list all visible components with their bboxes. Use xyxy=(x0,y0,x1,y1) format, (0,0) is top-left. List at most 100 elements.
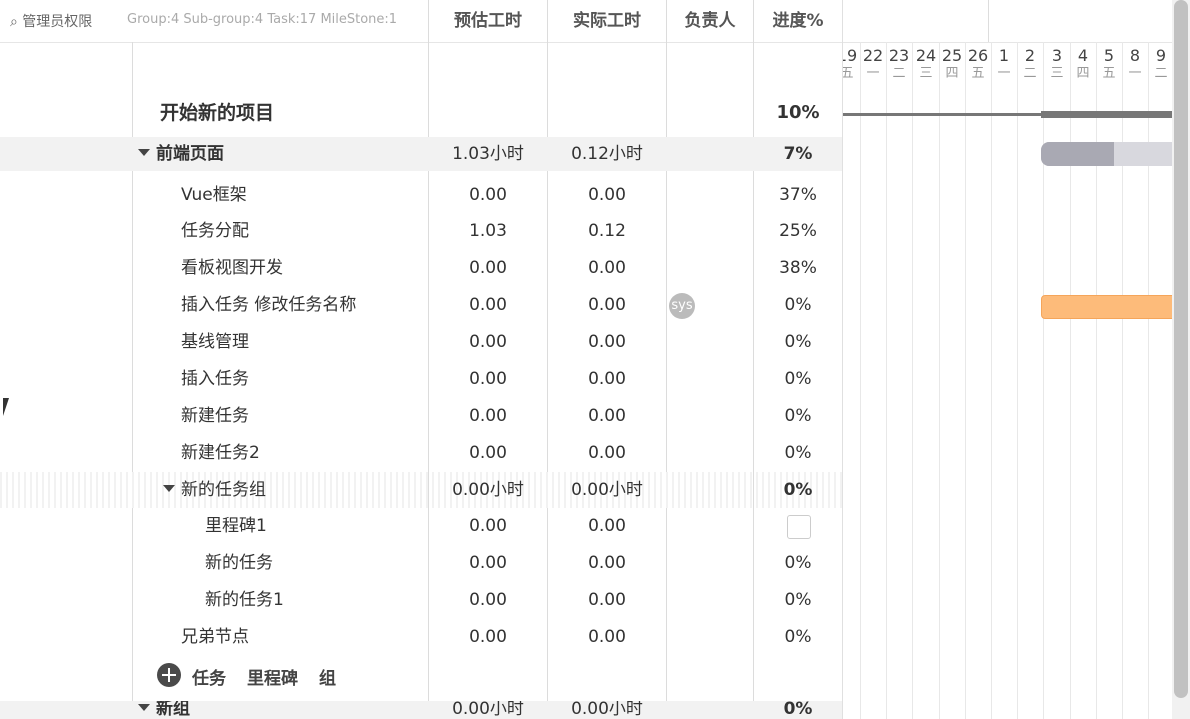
task-actual[interactable]: 0.00 xyxy=(548,177,666,213)
group-actual: 0.12小时 xyxy=(571,144,643,164)
gantt-day: 22 一 xyxy=(860,42,886,84)
gantt-weekday: 一 xyxy=(1128,66,1142,81)
task-actual[interactable]: 0.00 xyxy=(548,435,666,471)
gantt-day-number: 26 xyxy=(967,46,989,65)
task-row[interactable]: 兄弟节点 0.00 0.00 0% xyxy=(0,619,842,655)
task-name[interactable]: 任务分配 xyxy=(181,213,249,249)
gantt-day-number: 1 xyxy=(998,46,1010,65)
gantt-day-number: 5 xyxy=(1103,46,1115,65)
milestone-checkbox[interactable] xyxy=(787,515,811,539)
scrollbar-thumb[interactable] xyxy=(1174,0,1188,698)
milestone-row[interactable]: 里程碑1 0.00 0.00 xyxy=(0,508,842,544)
task-estimate[interactable]: 0.00 xyxy=(429,177,547,213)
task-estimate[interactable]: 0.00 xyxy=(429,324,547,360)
avatar[interactable]: sys xyxy=(669,293,695,319)
task-name[interactable]: 插入任务 修改任务名称 xyxy=(181,287,356,323)
permission-label[interactable]: ⌕ 管理员权限 xyxy=(10,11,92,31)
task-estimate[interactable]: 0.00 xyxy=(429,582,547,618)
gantt-gridline xyxy=(939,42,940,719)
gantt-weekday: 三 xyxy=(919,66,933,81)
task-name[interactable]: 新建任务2 xyxy=(181,435,260,471)
task-bar[interactable] xyxy=(1041,295,1173,319)
task-name[interactable]: Vue框架 xyxy=(181,177,247,213)
task-actual[interactable]: 0.00 xyxy=(548,250,666,286)
task-progress[interactable]: 38% xyxy=(754,250,842,286)
group-row[interactable]: 新组 0.00小时 0.00小时 0% xyxy=(0,701,842,719)
add-group-button[interactable]: 组 xyxy=(319,664,336,689)
task-estimate[interactable]: 0.00 xyxy=(429,250,547,286)
task-row[interactable]: 新的任务 0.00 0.00 0% xyxy=(0,545,842,581)
task-row[interactable]: 新建任务2 0.00 0.00 0% xyxy=(0,435,842,471)
column-owner[interactable]: 负责人 xyxy=(667,0,753,42)
task-progress[interactable]: 37% xyxy=(754,177,842,213)
task-estimate[interactable]: 0.00 xyxy=(429,398,547,434)
task-name[interactable]: 兄弟节点 xyxy=(181,619,249,655)
task-name[interactable]: 基线管理 xyxy=(181,324,249,360)
task-name[interactable]: 插入任务 xyxy=(181,361,249,397)
task-name[interactable]: 新建任务 xyxy=(181,398,249,434)
column-estimate[interactable]: 预估工时 xyxy=(429,0,547,42)
task-row[interactable]: 基线管理 0.00 0.00 0% xyxy=(0,324,842,360)
task-name[interactable]: 新的任务1 xyxy=(205,582,284,618)
project-name: 开始新的项目 xyxy=(160,102,275,124)
group-bar[interactable] xyxy=(1041,142,1173,166)
add-milestone-button[interactable]: 里程碑 xyxy=(247,664,298,689)
task-estimate[interactable]: 0.00 xyxy=(429,287,547,323)
task-progress[interactable]: 0% xyxy=(754,398,842,434)
task-progress[interactable]: 0% xyxy=(754,582,842,618)
task-row[interactable]: 插入任务 修改任务名称 0.00 0.00 sys 0% xyxy=(0,287,842,323)
task-progress[interactable]: 0% xyxy=(754,435,842,471)
task-row[interactable]: 任务分配 1.03 0.12 25% xyxy=(0,213,842,249)
task-name[interactable]: 看板视图开发 xyxy=(181,250,283,286)
gantt-chart[interactable]: 19五22一23二24三25四26五1一2二3三4四5五8一9二 xyxy=(842,0,1173,719)
task-estimate[interactable]: 1.03 xyxy=(429,213,547,249)
collapse-icon[interactable] xyxy=(138,148,150,156)
task-progress[interactable]: 0% xyxy=(754,361,842,397)
gantt-day-number: 2 xyxy=(1024,46,1036,65)
task-actual[interactable]: 0.00 xyxy=(548,545,666,581)
gantt-weekday: 五 xyxy=(1102,66,1116,81)
task-actual[interactable]: 0.00 xyxy=(548,398,666,434)
task-progress[interactable]: 0% xyxy=(754,545,842,581)
task-row[interactable]: 新的任务1 0.00 0.00 0% xyxy=(0,582,842,618)
task-row[interactable]: 看板视图开发 0.00 0.00 38% xyxy=(0,250,842,286)
task-row[interactable]: 插入任务 0.00 0.00 0% xyxy=(0,361,842,397)
group-row[interactable]: 前端页面 1.03小时 0.12小时 7% xyxy=(0,137,842,171)
gantt-day-number: 24 xyxy=(915,46,937,65)
column-progress[interactable]: 进度% xyxy=(754,0,842,42)
task-estimate[interactable]: 0.00 xyxy=(429,508,547,544)
project-bar[interactable] xyxy=(1041,111,1173,118)
task-estimate[interactable]: 0.00 xyxy=(429,619,547,655)
task-actual[interactable]: 0.00 xyxy=(548,619,666,655)
gantt-day-number: 25 xyxy=(941,46,963,65)
group-estimate: 1.03小时 xyxy=(452,144,524,164)
task-estimate[interactable]: 0.00 xyxy=(429,435,547,471)
task-actual[interactable]: 0.00 xyxy=(548,361,666,397)
project-bar-line xyxy=(843,113,1041,116)
column-actual[interactable]: 实际工时 xyxy=(548,0,666,42)
collapse-icon[interactable] xyxy=(138,703,150,711)
task-progress[interactable]: 0% xyxy=(754,619,842,655)
task-estimate[interactable]: 0.00 xyxy=(429,361,547,397)
gantt-weekday: 五 xyxy=(843,66,860,84)
task-estimate[interactable]: 0.00 xyxy=(429,545,547,581)
task-progress[interactable]: 0% xyxy=(754,324,842,360)
task-row[interactable]: Vue框架 0.00 0.00 37% xyxy=(0,177,842,213)
task-name[interactable]: 里程碑1 xyxy=(205,508,267,544)
add-task-button[interactable]: 任务 xyxy=(192,664,226,689)
task-actual[interactable]: 0.00 xyxy=(548,324,666,360)
add-icon[interactable] xyxy=(157,663,181,687)
collapse-icon[interactable] xyxy=(163,484,175,492)
task-progress[interactable]: 0% xyxy=(754,287,842,323)
subgroup-row[interactable]: 新的任务组 0.00小时 0.00小时 0% xyxy=(0,472,842,508)
task-actual[interactable]: 0.00 xyxy=(548,508,666,544)
task-actual[interactable]: 0.12 xyxy=(548,213,666,249)
task-progress[interactable]: 25% xyxy=(754,213,842,249)
count-summary: Group:4 Sub-group:4 Task:17 MileStone:1 xyxy=(127,12,398,27)
task-actual[interactable]: 0.00 xyxy=(548,582,666,618)
project-row[interactable]: 开始新的项目 10% xyxy=(0,95,842,131)
task-actual[interactable]: 0.00 xyxy=(548,287,666,323)
subgroup-progress: 0% xyxy=(783,480,813,500)
task-name[interactable]: 新的任务 xyxy=(205,545,273,581)
task-row[interactable]: 新建任务 0.00 0.00 0% xyxy=(0,398,842,434)
